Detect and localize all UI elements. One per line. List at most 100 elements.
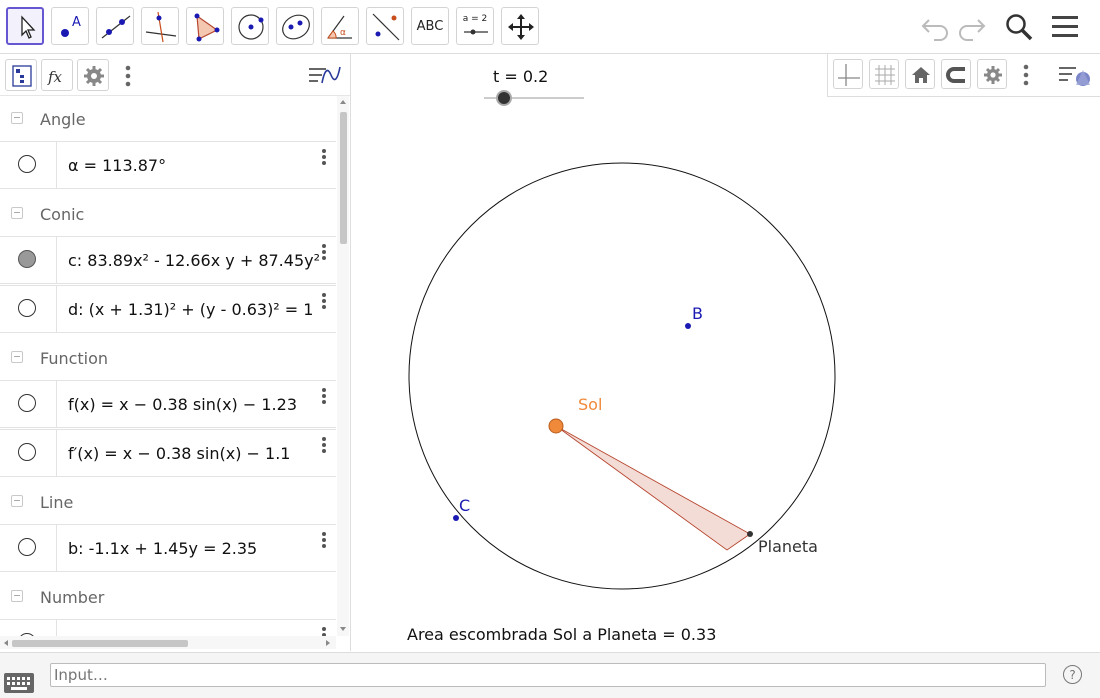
- polygon-icon: [194, 13, 220, 42]
- algebra-header: fx: [0, 54, 350, 96]
- search-icon[interactable]: [1003, 12, 1035, 42]
- graphics-settings-button[interactable]: [977, 59, 1007, 89]
- sort-tree-button[interactable]: [5, 59, 37, 91]
- planeta-point[interactable]: [747, 531, 753, 537]
- graphics-canvas[interactable]: [358, 54, 1100, 651]
- more-vertical-icon[interactable]: [118, 63, 138, 89]
- category-angle[interactable]: Angle: [0, 96, 336, 142]
- show-axes-button[interactable]: [833, 59, 863, 89]
- vertical-scroll-thumb[interactable]: [340, 112, 347, 244]
- line-tool-button[interactable]: [96, 7, 134, 45]
- scroll-down-icon[interactable]: [339, 625, 347, 633]
- slider-handle[interactable]: [496, 90, 512, 106]
- row-menu-icon[interactable]: [321, 531, 327, 549]
- cursor-arrow-icon: [21, 15, 36, 39]
- algebra-expression[interactable]: d: (x + 1.31)² + (y - 0.63)² = 1: [68, 300, 313, 319]
- row-menu-icon[interactable]: [321, 243, 327, 261]
- input-field[interactable]: [50, 663, 1046, 687]
- algebra-expression[interactable]: f(x) = x − 0.38 sin(x) − 1.23: [68, 395, 297, 414]
- main-toolbar: A α ABC a = 2: [0, 0, 1100, 54]
- collapse-icon[interactable]: [11, 207, 23, 219]
- sol-point[interactable]: [548, 418, 564, 434]
- slider-tool-button[interactable]: a = 2: [456, 7, 494, 45]
- graphics-style-bar: [827, 54, 1100, 97]
- input-bar: ?: [0, 652, 1100, 698]
- description-mode-button[interactable]: fx: [41, 59, 73, 91]
- point-icon: A: [61, 15, 81, 37]
- perpendicular-line-tool-button[interactable]: [141, 7, 179, 45]
- b-point[interactable]: [685, 323, 691, 329]
- row-menu-icon[interactable]: [321, 148, 327, 166]
- algebra-row[interactable]: f(x) = x − 0.38 sin(x) − 1.23: [0, 380, 336, 428]
- scroll-up-icon[interactable]: [339, 98, 347, 106]
- orbit-circle[interactable]: [408, 162, 836, 590]
- circle-icon: [238, 14, 264, 40]
- fx-icon: fx: [47, 68, 63, 86]
- c-point[interactable]: [453, 515, 459, 521]
- collapse-icon[interactable]: [11, 112, 23, 124]
- visibility-toggle-icon[interactable]: [18, 155, 36, 173]
- undo-icon[interactable]: [920, 12, 952, 42]
- algebra-expression[interactable]: f′(x) = x − 0.38 sin(x) − 1.1: [68, 444, 290, 463]
- move-graphics-view-button[interactable]: [501, 7, 539, 45]
- toggle-style-bar-icon[interactable]: [306, 61, 344, 89]
- algebra-horizontal-scrollbar[interactable]: [0, 636, 336, 649]
- keyboard-icon[interactable]: [4, 673, 34, 693]
- home-button[interactable]: [905, 59, 935, 89]
- scroll-right-icon[interactable]: [324, 639, 332, 647]
- algebra-row[interactable]: f′(x) = x − 0.38 sin(x) − 1.1: [0, 429, 336, 477]
- category-conic[interactable]: Conic: [0, 191, 336, 237]
- row-menu-icon[interactable]: [321, 626, 327, 636]
- angle-tool-button[interactable]: α: [321, 7, 359, 45]
- category-line[interactable]: Line: [0, 479, 336, 525]
- algebra-row[interactable]: E = 1.6: [0, 619, 336, 636]
- show-grid-button[interactable]: [869, 59, 899, 89]
- category-label: Function: [40, 349, 109, 368]
- row-menu-icon[interactable]: [321, 292, 327, 310]
- more-vertical-icon[interactable]: [1018, 62, 1034, 88]
- point-tool-button[interactable]: A: [51, 7, 89, 45]
- algebra-vertical-scrollbar[interactable]: [337, 96, 349, 636]
- collapse-icon[interactable]: [11, 590, 23, 602]
- row-menu-icon[interactable]: [321, 387, 327, 405]
- circle-tool-button[interactable]: [231, 7, 269, 45]
- svg-text:fx: fx: [47, 68, 63, 86]
- algebra-expression[interactable]: b: -1.1x + 1.45y = 2.35: [68, 539, 257, 558]
- visibility-toggle-icon[interactable]: [18, 250, 36, 268]
- toggle-graphics-style-bar-icon[interactable]: [1056, 60, 1096, 90]
- redo-icon[interactable]: [955, 12, 987, 42]
- svg-text:A: A: [72, 15, 81, 30]
- visibility-toggle-icon[interactable]: [18, 394, 36, 412]
- category-number[interactable]: Number: [0, 574, 336, 620]
- visibility-toggle-icon[interactable]: [18, 538, 36, 556]
- collapse-icon[interactable]: [11, 351, 23, 363]
- algebra-row[interactable]: d: (x + 1.31)² + (y - 0.63)² = 1: [0, 285, 336, 333]
- row-menu-icon[interactable]: [321, 436, 327, 454]
- point-capturing-button[interactable]: [941, 59, 971, 89]
- graphics-view[interactable]: t = 0.2 Sol Planeta B C Area escombrada …: [358, 54, 1100, 651]
- reflect-tool-button[interactable]: [366, 7, 404, 45]
- algebra-row[interactable]: b: -1.1x + 1.45y = 2.35: [0, 524, 336, 572]
- algebra-settings-button[interactable]: [77, 59, 109, 91]
- gear-icon: [84, 66, 104, 86]
- b-label: B: [692, 304, 703, 323]
- menu-icon[interactable]: [1050, 12, 1082, 42]
- collapse-icon[interactable]: [11, 495, 23, 507]
- algebra-row[interactable]: c: 83.89x² - 12.66x y + 87.45y²: [0, 236, 336, 284]
- category-label: Angle: [40, 110, 86, 129]
- help-icon[interactable]: ?: [1063, 665, 1082, 684]
- category-function[interactable]: Function: [0, 335, 336, 381]
- visibility-toggle-icon[interactable]: [18, 299, 36, 317]
- move-tool-button[interactable]: [6, 7, 44, 45]
- horizontal-scroll-thumb[interactable]: [12, 640, 188, 647]
- text-tool-button[interactable]: ABC: [411, 7, 449, 45]
- ellipse-tool-button[interactable]: [276, 7, 314, 45]
- algebra-expression[interactable]: α = 113.87°: [68, 156, 166, 175]
- visibility-toggle-icon[interactable]: [18, 443, 36, 461]
- scroll-left-icon[interactable]: [2, 639, 10, 647]
- swept-area-sector[interactable]: [555, 425, 751, 551]
- polygon-tool-button[interactable]: [186, 7, 224, 45]
- algebra-row[interactable]: α = 113.87°: [0, 141, 336, 189]
- algebra-expression[interactable]: c: 83.89x² - 12.66x y + 87.45y²: [68, 251, 320, 270]
- gear-icon: [984, 66, 1002, 84]
